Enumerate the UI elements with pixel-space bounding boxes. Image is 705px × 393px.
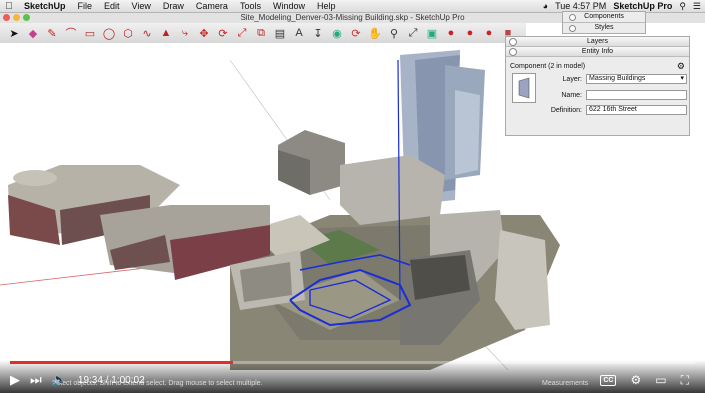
time-separator: / xyxy=(105,374,109,386)
add-location-icon[interactable]: ▣ xyxy=(424,25,440,41)
scale-tool-icon[interactable]: ⤢ xyxy=(234,25,250,41)
line-tool-icon[interactable]: ✎ xyxy=(44,25,60,41)
apple-icon[interactable]:  xyxy=(0,1,18,12)
menu-tools[interactable]: Tools xyxy=(234,1,267,11)
spotlight-icon[interactable]: ⚲ xyxy=(679,1,686,12)
window-title: Site_Modeling_Denver-03-Missing Building… xyxy=(240,13,465,22)
selection-summary: Component (2 in model) xyxy=(510,63,586,70)
follow-me-tool-icon[interactable]: ⤷ xyxy=(177,25,193,41)
video-progress-played xyxy=(10,361,234,364)
expand-icon xyxy=(509,38,517,46)
expand-icon xyxy=(569,14,576,21)
notification-list-icon[interactable]: ☰ xyxy=(693,1,701,12)
name-field[interactable] xyxy=(586,90,687,100)
menu-window[interactable]: Window xyxy=(267,1,311,11)
menu-draw[interactable]: Draw xyxy=(157,1,190,11)
menu-sketchup[interactable]: SketchUp xyxy=(18,1,72,11)
zoom-window-icon[interactable] xyxy=(23,14,30,21)
rotate-tool-icon[interactable]: ⟳ xyxy=(215,25,231,41)
definition-row: Definition: 622 16th Street xyxy=(538,105,687,115)
minimize-window-icon[interactable] xyxy=(13,14,20,21)
layer-label: Layer: xyxy=(562,75,582,83)
selection-row: Component (2 in model) ⚙ xyxy=(510,61,685,72)
menu-file[interactable]: File xyxy=(72,1,99,11)
theater-mode-icon[interactable]: ▭ xyxy=(655,373,666,387)
entity-info-header[interactable]: Entity Info xyxy=(506,47,689,57)
name-label: Name: xyxy=(561,91,582,99)
components-panel-header[interactable]: Components xyxy=(563,12,645,23)
offset-tool-icon[interactable]: ⧉ xyxy=(253,25,269,41)
arc-tool-icon[interactable]: ⌒ xyxy=(63,25,79,41)
chevron-down-icon: ▾ xyxy=(680,75,684,82)
collapse-icon xyxy=(509,48,517,56)
paint-bucket-tool-icon[interactable]: ◉ xyxy=(329,25,345,41)
layer-dropdown[interactable]: Massing Buildings ▾ xyxy=(586,74,687,84)
menu-camera[interactable]: Camera xyxy=(190,1,234,11)
traffic-lights xyxy=(3,14,30,21)
close-window-icon[interactable] xyxy=(3,14,10,21)
circle-tool-icon[interactable]: ◯ xyxy=(101,25,117,41)
main-toolbar: ➤ ◆ ✎ ⌒ ▭ ◯ ⬡ ∿ ▲ ⤷ ✥ ⟳ ⤢ ⧉ ▤ A ↧ ◉ ⟳ ✋ … xyxy=(0,23,526,43)
components-label: Components xyxy=(584,13,624,20)
axes-tool-icon[interactable]: ↧ xyxy=(310,25,326,41)
video-left-controls: ▶ ⏭ 🔈 19:34 / 1:00:02 xyxy=(10,370,145,390)
styles-panel-header[interactable]: Styles xyxy=(563,23,645,33)
pan-tool-icon[interactable]: ✋ xyxy=(367,25,383,41)
rectangle-tool-icon[interactable]: ▭ xyxy=(82,25,98,41)
share-model-icon[interactable]: ● xyxy=(481,25,497,41)
push-pull-tool-icon[interactable]: ▲ xyxy=(158,25,174,41)
eraser-tool-icon[interactable]: ◆ xyxy=(25,25,41,41)
measurements-label: Measurements xyxy=(542,380,589,387)
definition-label: Definition: xyxy=(550,106,582,114)
fullscreen-icon[interactable]: ⛶ xyxy=(681,373,689,388)
video-progress-bar[interactable] xyxy=(10,361,695,364)
video-right-controls: CC ⚙ ▭ ⛶ xyxy=(600,370,689,390)
expand-icon xyxy=(569,25,576,32)
layer-row: Layer: Massing Buildings ▾ xyxy=(538,74,687,84)
component-options-icon[interactable]: ⚙ xyxy=(677,61,685,72)
wifi-icon[interactable]: ◕ xyxy=(543,1,548,11)
clock[interactable]: Tue 4:57 PM xyxy=(555,1,606,11)
layers-label: Layers xyxy=(586,38,608,45)
extension-warehouse-icon[interactable]: ● xyxy=(462,25,478,41)
text-tool-icon[interactable]: A xyxy=(291,25,307,41)
entity-info-label: Entity Info xyxy=(581,48,614,55)
name-row: Name: xyxy=(538,90,687,100)
time-display: 19:34 / 1:00:02 xyxy=(78,375,145,386)
zoom-tool-icon[interactable]: ⚲ xyxy=(386,25,402,41)
orbit-tool-icon[interactable]: ⟳ xyxy=(348,25,364,41)
menu-help[interactable]: Help xyxy=(311,1,342,11)
next-icon[interactable]: ⏭ xyxy=(30,372,42,388)
styles-label: Styles xyxy=(594,24,614,31)
warehouse-icon[interactable]: ● xyxy=(443,25,459,41)
menu-view[interactable]: View xyxy=(126,1,157,11)
definition-field[interactable]: 622 16th Street xyxy=(586,105,687,115)
menu-edit[interactable]: Edit xyxy=(98,1,126,11)
polygon-tool-icon[interactable]: ⬡ xyxy=(120,25,136,41)
freehand-tool-icon[interactable]: ∿ xyxy=(139,25,155,41)
entity-info-panel: Layers Entity Info Component (2 in model… xyxy=(505,36,690,136)
default-tray-collapsed: Components Styles xyxy=(562,11,646,34)
component-thumbnail xyxy=(512,73,536,103)
settings-gear-icon[interactable]: ⚙ xyxy=(630,373,641,387)
play-icon[interactable]: ▶ xyxy=(10,372,20,388)
layers-panel-header[interactable]: Layers xyxy=(506,37,689,47)
zoom-extents-tool-icon[interactable]: ⤢ xyxy=(405,25,421,41)
current-time: 19:34 xyxy=(77,374,103,386)
component-preview-icon xyxy=(518,77,530,99)
active-app-name: SketchUp Pro xyxy=(613,1,673,11)
select-tool-icon[interactable]: ➤ xyxy=(6,25,22,41)
volume-icon[interactable]: 🔈 xyxy=(52,372,68,388)
move-tool-icon[interactable]: ✥ xyxy=(196,25,212,41)
captions-button[interactable]: CC xyxy=(600,374,617,386)
tape-measure-tool-icon[interactable]: ▤ xyxy=(272,25,288,41)
duration: 1:00:02 xyxy=(111,374,145,386)
layer-value: Massing Buildings xyxy=(589,75,646,82)
